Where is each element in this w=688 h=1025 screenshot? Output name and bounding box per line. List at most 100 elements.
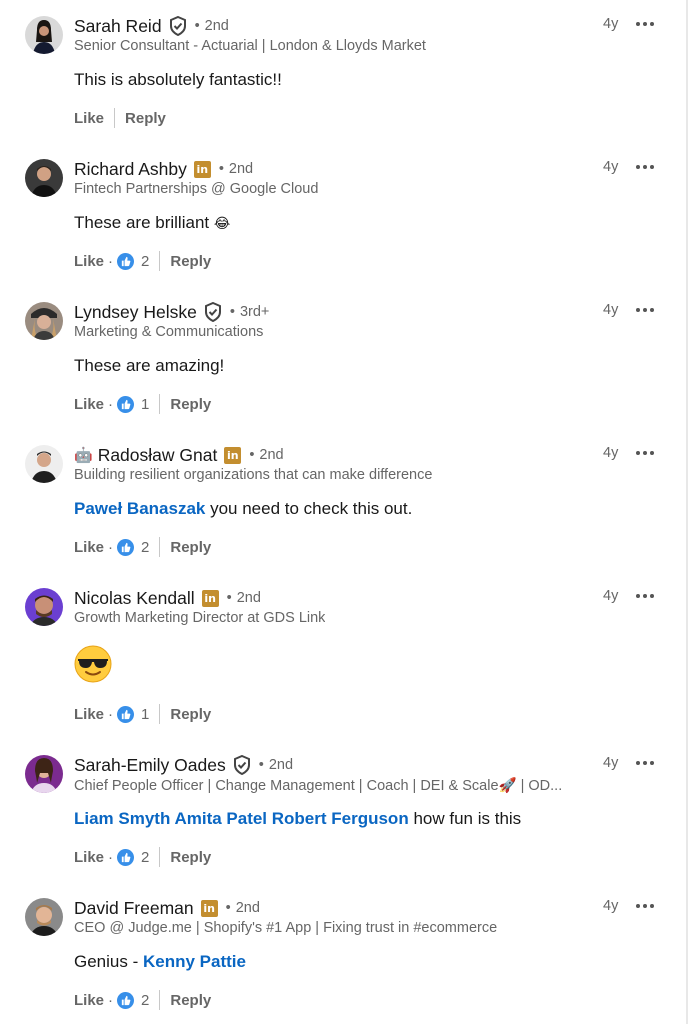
thumbs-up-icon[interactable] xyxy=(117,395,135,413)
connection-degree: • 2nd xyxy=(218,161,254,177)
more-options-icon[interactable] xyxy=(636,588,654,604)
comment-header: Nicolas Kendall in • 2nd xyxy=(74,586,261,610)
reply-button[interactable]: Reply xyxy=(170,253,211,270)
linkedin-premium-icon: in xyxy=(193,160,211,178)
laughing-emoji-icon: 😂 xyxy=(213,215,231,231)
author-name[interactable]: Sarah Reid xyxy=(74,16,162,37)
divider xyxy=(159,847,161,867)
linkedin-premium-icon: in xyxy=(201,589,219,607)
verified-shield-icon xyxy=(169,16,187,36)
like-button[interactable]: Like xyxy=(74,110,104,127)
thumbs-up-icon[interactable] xyxy=(117,991,135,1009)
comment-actions: Like · 1 Reply xyxy=(74,704,212,724)
avatar[interactable] xyxy=(25,588,63,626)
reply-button[interactable]: Reply xyxy=(125,110,166,127)
divider xyxy=(159,704,161,724)
linkedin-premium-icon: in xyxy=(200,899,218,917)
comment-header: Sarah-Emily Oades • 2nd xyxy=(74,753,293,777)
avatar[interactable] xyxy=(25,16,63,54)
verified-shield-icon xyxy=(233,755,251,775)
comment-item: Richard Ashby in • 2nd Fintech Partnershi… xyxy=(0,143,686,286)
reaction-count[interactable]: 2 xyxy=(141,253,149,270)
connection-degree: • 2nd xyxy=(258,757,294,773)
author-headline: CEO @ Judge.me | Shopify's #1 App | Fixi… xyxy=(74,920,498,936)
more-options-icon[interactable] xyxy=(636,302,654,318)
author-headline: Marketing & Communications xyxy=(74,324,264,340)
comment-actions: Like · 2 Reply xyxy=(74,847,212,867)
avatar[interactable] xyxy=(25,898,63,936)
author-headline: Building resilient organizations that ca… xyxy=(74,467,433,483)
avatar[interactable] xyxy=(25,302,63,340)
divider xyxy=(159,537,161,557)
author-headline: Fintech Partnerships @ Google Cloud xyxy=(74,181,319,197)
reaction-count[interactable]: 1 xyxy=(141,706,149,723)
divider xyxy=(159,251,161,271)
more-options-icon[interactable] xyxy=(636,445,654,461)
timestamp: 4y xyxy=(603,898,619,914)
like-button[interactable]: Like xyxy=(74,253,104,270)
comment-actions: Like · 2 Reply xyxy=(74,990,212,1010)
comment-item: 🤖 Radosław Gnat in • 2nd Building resilie… xyxy=(0,429,686,572)
author-name[interactable]: Sarah-Emily Oades xyxy=(74,755,226,776)
divider xyxy=(159,990,161,1010)
connection-degree: • 2nd xyxy=(225,900,260,916)
reply-button[interactable]: Reply xyxy=(170,992,211,1009)
comment-header: Richard Ashby in • 2nd xyxy=(74,157,253,181)
avatar[interactable] xyxy=(25,755,63,793)
connection-degree: • 3rd+ xyxy=(229,304,270,320)
comment-header: Sarah Reid • 2nd xyxy=(74,14,229,38)
connection-degree: • 2nd xyxy=(249,447,284,463)
comment-actions: Like · 2 Reply xyxy=(74,251,212,271)
avatar[interactable] xyxy=(25,159,63,197)
like-button[interactable]: Like xyxy=(74,992,104,1009)
more-options-icon[interactable] xyxy=(636,898,654,914)
timestamp: 4y xyxy=(603,755,619,771)
connection-degree: • 2nd xyxy=(194,18,229,34)
reply-button[interactable]: Reply xyxy=(170,396,211,413)
like-button[interactable]: Like xyxy=(74,396,104,413)
author-name[interactable]: Lyndsey Helske xyxy=(74,302,197,323)
like-button[interactable]: Like xyxy=(74,706,104,723)
author-name[interactable]: Nicolas Kendall xyxy=(74,588,195,609)
more-options-icon[interactable] xyxy=(636,755,654,771)
comment-actions: Like Reply xyxy=(74,107,166,129)
comment-text: Liam Smyth Amita Patel Robert Ferguson h… xyxy=(74,809,522,828)
comment-text: Genius - Kenny Pattie xyxy=(74,952,246,971)
more-options-icon[interactable] xyxy=(636,159,654,175)
timestamp: 4y xyxy=(603,302,619,318)
timestamp: 4y xyxy=(603,588,619,604)
verified-shield-icon xyxy=(204,302,222,322)
comment-item: David Freeman in • 2nd CEO @ Judge.me | S… xyxy=(0,882,686,1025)
reaction-count[interactable]: 2 xyxy=(141,992,149,1009)
linkedin-premium-icon: in xyxy=(224,446,242,464)
thumbs-up-icon[interactable] xyxy=(117,848,135,866)
comment-text: These are amazing! xyxy=(74,356,225,375)
mention-link[interactable]: Paweł Banaszak xyxy=(74,499,205,518)
like-button[interactable]: Like xyxy=(74,539,104,556)
reply-button[interactable]: Reply xyxy=(170,849,211,866)
thumbs-up-icon[interactable] xyxy=(117,252,135,270)
mention-link[interactable]: Liam Smyth Amita Patel Robert Ferguson xyxy=(74,809,409,828)
author-headline: Growth Marketing Director at GDS Link xyxy=(74,610,326,626)
reaction-count[interactable]: 1 xyxy=(141,396,149,413)
comment-item: Lyndsey Helske • 3rd+ Marketing & Communi… xyxy=(0,286,686,429)
comment-text: These are brilliant 😂 xyxy=(74,213,231,232)
comment-header: David Freeman in • 2nd xyxy=(74,896,260,920)
author-name[interactable]: Richard Ashby xyxy=(74,159,187,180)
reply-button[interactable]: Reply xyxy=(170,539,211,556)
connection-degree: • 2nd xyxy=(226,590,261,606)
author-name[interactable]: Radosław Gnat xyxy=(98,445,218,466)
thumbs-up-icon[interactable] xyxy=(117,705,135,723)
mention-link[interactable]: Kenny Pattie xyxy=(143,952,246,971)
comment-header: 🤖 Radosław Gnat in • 2nd xyxy=(74,443,284,467)
comment-actions: Like · 2 Reply xyxy=(74,537,212,557)
reply-button[interactable]: Reply xyxy=(170,706,211,723)
more-options-icon[interactable] xyxy=(636,16,654,32)
thumbs-up-icon[interactable] xyxy=(117,538,135,556)
like-button[interactable]: Like xyxy=(74,849,104,866)
reaction-count[interactable]: 2 xyxy=(141,849,149,866)
comment-item: Sarah Reid • 2nd Senior Consultant - Actu… xyxy=(0,0,686,143)
reaction-count[interactable]: 2 xyxy=(141,539,149,556)
author-name[interactable]: David Freeman xyxy=(74,898,194,919)
avatar[interactable] xyxy=(25,445,63,483)
